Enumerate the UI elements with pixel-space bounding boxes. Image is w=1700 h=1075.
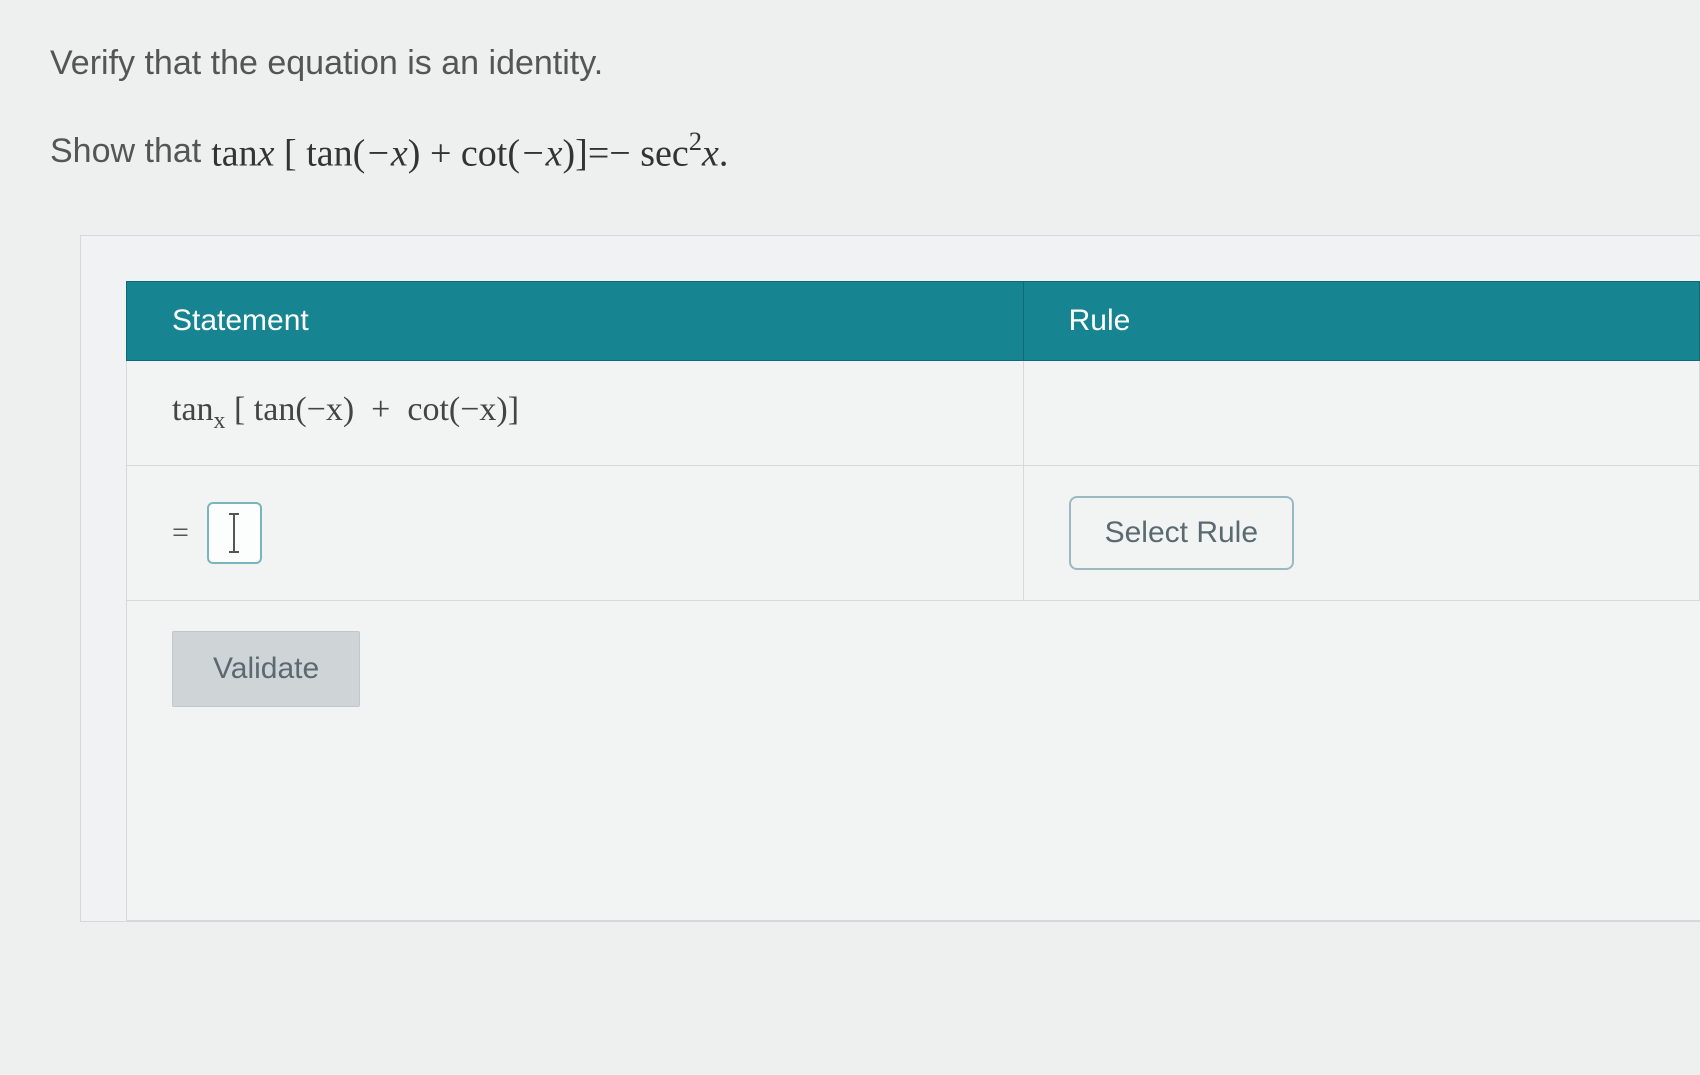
bracket-open: [ — [284, 132, 297, 174]
term2-paren-close: ) — [563, 132, 576, 174]
r1-t1-func: tan — [254, 391, 296, 428]
rule-cell-2: Select Rule — [1023, 466, 1699, 601]
rhs-sup: 2 — [689, 126, 702, 156]
r1-t2-close: ) — [496, 391, 507, 428]
rule-cell-1 — [1023, 361, 1699, 466]
show-that-line: Show that tanx [ tan(−x) + cot(−x)]=− se… — [50, 128, 1650, 176]
r1-bracket-close: ] — [508, 391, 519, 428]
r1-plus: + — [371, 391, 390, 428]
rhs-var: x — [702, 132, 719, 174]
lhs-func: tan — [211, 132, 257, 174]
validate-button[interactable]: Validate — [172, 631, 360, 707]
statement-cell-2: = — [127, 466, 1024, 601]
r1-sub: x — [214, 408, 226, 434]
term1-func: tan — [306, 132, 352, 174]
r1-t1-open: ( — [295, 391, 306, 428]
term2-func: cot — [461, 132, 507, 174]
statement-cell-1: tanx [ tan(−x) + cot(−x)] — [127, 361, 1024, 466]
bracket-close: ] — [575, 132, 588, 174]
r1-t1-close: ) — [343, 391, 354, 428]
term1-arg: −x — [365, 132, 408, 174]
equals-sign: = — [588, 132, 609, 174]
r1-t2-arg: −x — [460, 391, 496, 428]
r1-bracket-open: [ — [234, 391, 245, 428]
rhs-neg: − — [609, 132, 630, 174]
r1-prefix: tan — [172, 391, 214, 428]
rhs-func: sec — [640, 132, 689, 174]
equals-label: = — [172, 516, 189, 550]
period: . — [719, 132, 729, 174]
equation-display: tanx [ tan(−x) + cot(−x)]=− sec2x. — [211, 128, 728, 176]
header-statement: Statement — [127, 282, 1024, 361]
r1-t1-arg: −x — [307, 391, 343, 428]
r1-t2-func: cot — [407, 391, 449, 428]
validate-cell: Validate — [127, 601, 1700, 921]
term2-paren-open: ( — [507, 132, 520, 174]
term2-arg: −x — [520, 132, 563, 174]
proof-panel: Statement Rule tanx [ tan(−x) + cot(−x)] — [80, 235, 1700, 922]
select-rule-button[interactable]: Select Rule — [1069, 496, 1294, 570]
term1-paren-close: ) — [408, 132, 421, 174]
plus-sign: + — [430, 132, 451, 174]
header-rule: Rule — [1023, 282, 1699, 361]
expression-input[interactable] — [207, 502, 262, 564]
lhs-var: x — [258, 132, 275, 174]
text-cursor-icon — [233, 515, 235, 551]
r1-t2-open: ( — [449, 391, 460, 428]
statement-1-expression: tanx [ tan(−x) + cot(−x)] — [172, 391, 519, 428]
show-that-label: Show that — [50, 132, 201, 171]
term1-paren-open: ( — [353, 132, 366, 174]
proof-table: Statement Rule tanx [ tan(−x) + cot(−x)] — [126, 281, 1700, 921]
instruction-text: Verify that the equation is an identity. — [50, 40, 1650, 88]
